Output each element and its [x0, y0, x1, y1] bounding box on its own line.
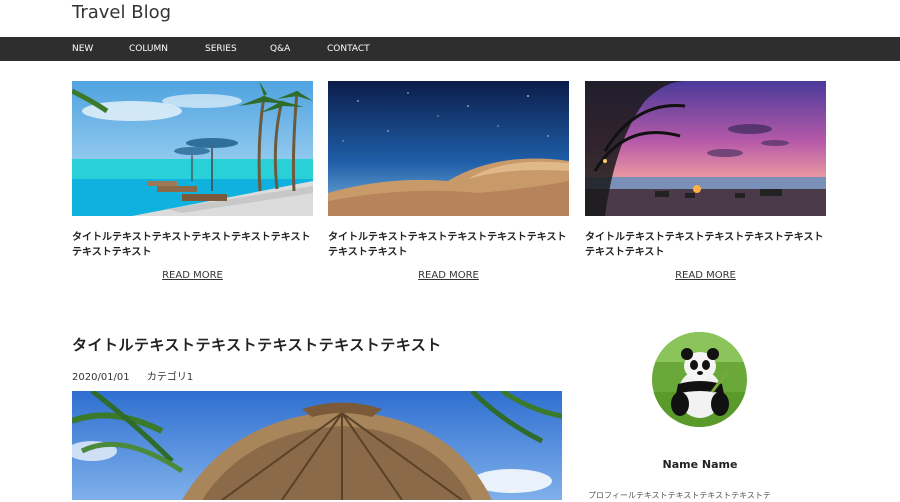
- nav-item-qa[interactable]: Q&A: [270, 37, 290, 61]
- main-nav: NEW COLUMN SERIES Q&A CONTACT: [0, 37, 900, 61]
- article-card-2: タイトルテキストテキストテキストテキストテキストテキストテキスト READ MO…: [328, 81, 569, 281]
- post-meta: 2020/01/01 カテゴリ1: [72, 368, 207, 383]
- beach-umbrella-image: [72, 391, 562, 500]
- card-title[interactable]: タイトルテキストテキストテキストテキストテキストテキストテキスト: [585, 230, 826, 260]
- article-card-1: タイトルテキストテキストテキストテキストテキストテキストテキスト READ MO…: [72, 81, 313, 281]
- post-date: 2020/01/01: [72, 372, 130, 383]
- profile-text: プロフィールテキストテキストテキストテキストテ: [588, 491, 771, 500]
- desert-night-image[interactable]: [328, 81, 569, 216]
- nav-item-series[interactable]: SERIES: [205, 37, 237, 61]
- post-category[interactable]: カテゴリ1: [147, 372, 193, 383]
- nav-item-new[interactable]: NEW: [72, 37, 93, 61]
- beach-pool-image[interactable]: [72, 81, 313, 216]
- profile-name: Name Name: [662, 458, 738, 471]
- nav-item-contact[interactable]: CONTACT: [327, 37, 370, 61]
- nav-item-column[interactable]: COLUMN: [129, 37, 168, 61]
- post-title[interactable]: タイトルテキストテキストテキストテキストテキスト: [72, 334, 442, 355]
- article-card-3: タイトルテキストテキストテキストテキストテキストテキストテキスト READ MO…: [585, 81, 826, 281]
- read-more-link[interactable]: READ MORE: [153, 270, 233, 281]
- sunset-beach-image[interactable]: [585, 81, 826, 216]
- read-more-link[interactable]: READ MORE: [409, 270, 489, 281]
- site-title[interactable]: Travel Blog: [72, 2, 171, 23]
- card-title[interactable]: タイトルテキストテキストテキストテキストテキストテキストテキスト: [72, 230, 313, 260]
- card-title[interactable]: タイトルテキストテキストテキストテキストテキストテキストテキスト: [328, 230, 569, 260]
- profile-avatar: [652, 332, 747, 427]
- read-more-link[interactable]: READ MORE: [666, 270, 746, 281]
